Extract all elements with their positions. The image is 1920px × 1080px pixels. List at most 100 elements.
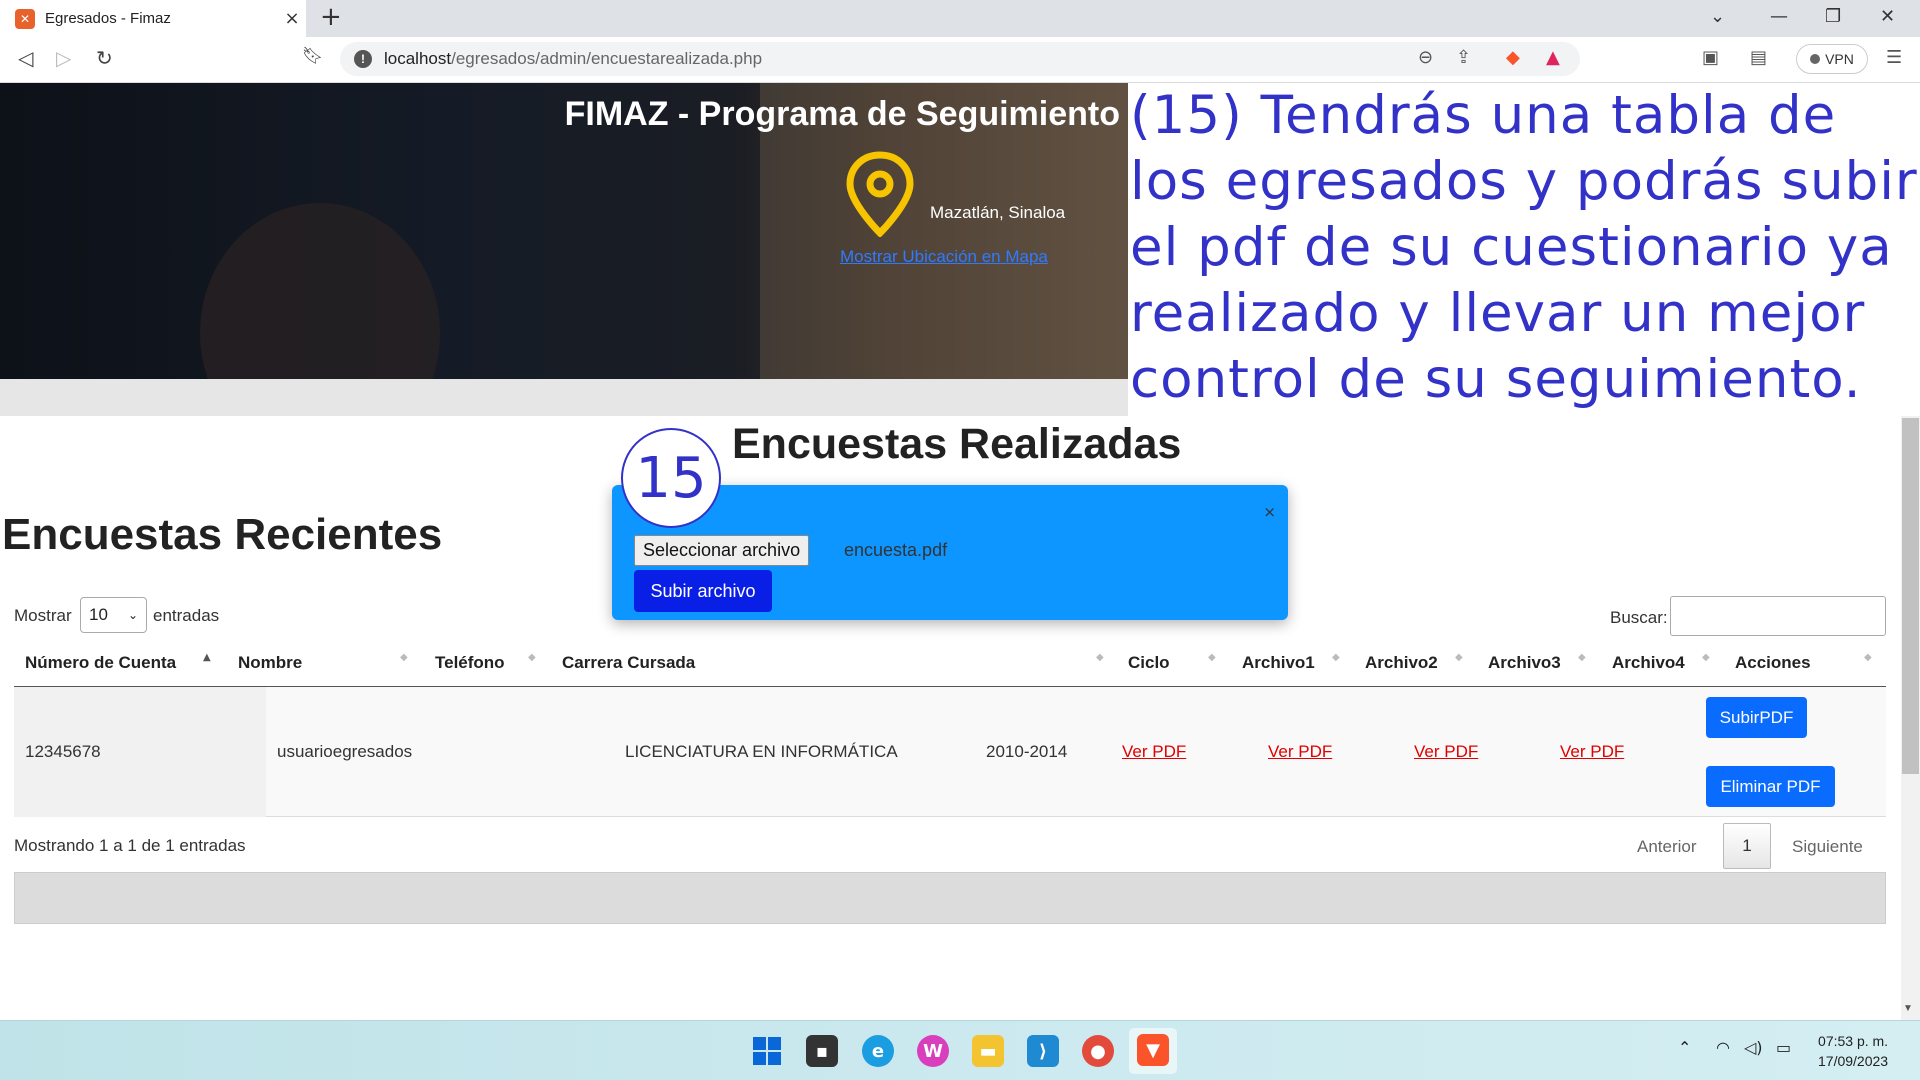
- sort-icon[interactable]: ◆: [1208, 653, 1216, 663]
- battery-icon[interactable]: ▭: [1776, 1038, 1791, 1057]
- vpn-button[interactable]: VPN: [1796, 44, 1868, 74]
- header-archivo1[interactable]: Archivo1: [1242, 653, 1315, 673]
- edge-icon[interactable]: e: [862, 1035, 894, 1067]
- sort-icon[interactable]: ◆: [1455, 653, 1463, 663]
- brave-rewards-icon[interactable]: ▲: [1546, 47, 1560, 68]
- site-favicon-icon: ✕: [15, 8, 35, 29]
- page-footer-bar: [14, 872, 1886, 924]
- upload-pdf-button[interactable]: SubirPDF: [1706, 697, 1807, 738]
- sort-icon[interactable]: ◆: [528, 653, 536, 663]
- entries-select[interactable]: 10 ⌄: [80, 597, 147, 633]
- volume-icon[interactable]: ◁): [1744, 1038, 1763, 1057]
- vscode-icon[interactable]: ⟩: [1027, 1035, 1059, 1067]
- sort-icon[interactable]: ◆: [1096, 653, 1104, 663]
- taskbar: ▪ e W ▬ ⟩ ● ⌃ ◠ ◁) ▭: [0, 1020, 1920, 1080]
- bookmark-icon[interactable]: 🔖︎: [302, 46, 324, 66]
- task-view-icon[interactable]: ▪: [806, 1035, 838, 1067]
- sort-icon[interactable]: ◆: [1578, 653, 1586, 663]
- archivo3-link[interactable]: Ver PDF: [1414, 742, 1478, 762]
- minimize-icon[interactable]: —: [1770, 6, 1788, 27]
- archivo4-link[interactable]: Ver PDF: [1560, 742, 1624, 762]
- map-link[interactable]: Mostrar Ubicación en Mapa: [840, 247, 1048, 267]
- entries-select-value: 10: [89, 605, 108, 624]
- url-text: localhost/egresados/admin/encuestarealiz…: [384, 49, 763, 68]
- sort-icon[interactable]: ◆: [1702, 653, 1710, 663]
- pagination-next[interactable]: Siguiente: [1792, 837, 1863, 857]
- scroll-down-icon[interactable]: ▼: [1903, 1003, 1913, 1014]
- upload-modal: × Seleccionar archivo encuesta.pdf Subir…: [612, 485, 1288, 620]
- hero-banner: FIMAZ - Programa de Seguimiento Mazatlán…: [0, 83, 1128, 379]
- windows-start-icon[interactable]: [751, 1035, 783, 1067]
- delete-pdf-button[interactable]: Eliminar PDF: [1706, 766, 1835, 807]
- header-acciones[interactable]: Acciones: [1735, 653, 1811, 673]
- table-info: Mostrando 1 a 1 de 1 entradas: [14, 836, 246, 855]
- search-label: Buscar:: [1610, 608, 1668, 627]
- pagination-page[interactable]: 1: [1723, 823, 1771, 869]
- section-title: Encuestas Recientes: [2, 510, 443, 559]
- reload-icon[interactable]: ↻: [96, 46, 113, 70]
- browser-tab[interactable]: ✕ Egresados - Fimaz ×: [0, 0, 306, 37]
- cell-cuenta: 12345678: [25, 742, 101, 761]
- hero-location: Mazatlán, Sinaloa: [930, 203, 1066, 222]
- cell-nombre: usuarioegresados: [277, 742, 413, 761]
- tray-chevron-up-icon[interactable]: ⌃: [1678, 1038, 1691, 1057]
- clock-date: 17/09/2023: [1818, 1053, 1889, 1069]
- sort-icon[interactable]: ◆: [400, 653, 408, 663]
- step-badge: 15: [621, 428, 721, 528]
- upload-file-button[interactable]: Subir archivo: [634, 570, 772, 612]
- header-archivo2[interactable]: Archivo2: [1365, 653, 1438, 673]
- forward-icon[interactable]: ▷: [56, 46, 71, 70]
- vpn-label: VPN: [1825, 51, 1854, 67]
- clock-time: 07:53 p. m.: [1818, 1033, 1889, 1049]
- address-bar[interactable]: ! localhost/egresados/admin/encuestareal…: [340, 42, 1580, 76]
- site-info-icon[interactable]: !: [354, 50, 372, 68]
- menu-icon[interactable]: ☰: [1886, 47, 1902, 68]
- tab-title: Egresados - Fimaz: [45, 10, 171, 27]
- brave-browser-icon[interactable]: ▼: [1137, 1034, 1169, 1066]
- modal-close-icon[interactable]: ×: [1263, 503, 1276, 521]
- file-select-button[interactable]: Seleccionar archivo: [634, 535, 810, 566]
- new-tab-icon[interactable]: +: [320, 2, 342, 32]
- wifi-icon[interactable]: ◠: [1716, 1038, 1730, 1057]
- brave-shields-icon[interactable]: ◆: [1506, 47, 1520, 68]
- sidebar-icon[interactable]: ▣: [1702, 47, 1719, 68]
- tutorial-annotation: (15) Tendrás una tabla de los egresados …: [1128, 83, 1920, 416]
- sort-icon[interactable]: ◆: [1864, 653, 1872, 663]
- pagination-previous[interactable]: Anterior: [1637, 837, 1697, 857]
- share-icon[interactable]: ⇪: [1456, 47, 1471, 68]
- scrollbar-thumb[interactable]: [1902, 418, 1919, 774]
- selected-file-name: encuesta.pdf: [844, 540, 948, 560]
- vpn-status-icon: [1810, 54, 1821, 64]
- header-ciclo[interactable]: Ciclo: [1128, 653, 1170, 673]
- table-row: 12345678 usuarioegresados LICENCIATURA E…: [14, 687, 1886, 817]
- header-nombre[interactable]: Nombre: [238, 653, 302, 673]
- zoom-icon[interactable]: ⊖: [1418, 47, 1433, 68]
- chevron-down-icon: ⌄: [127, 608, 138, 622]
- tab-search-chevron-icon[interactable]: ⌄: [1710, 6, 1725, 27]
- archivo1-link[interactable]: Ver PDF: [1122, 742, 1186, 762]
- restore-icon[interactable]: ❐: [1825, 6, 1841, 27]
- show-entries-label: Mostrar: [14, 606, 72, 625]
- chrome-icon[interactable]: ●: [1082, 1035, 1114, 1067]
- wps-office-icon[interactable]: W: [917, 1035, 949, 1067]
- header-archivo3[interactable]: Archivo3: [1488, 653, 1561, 673]
- close-window-icon[interactable]: ✕: [1880, 6, 1895, 27]
- browser-tabstrip: ✕ Egresados - Fimaz × + ⌄ — ❐ ✕: [0, 0, 1920, 37]
- system-clock[interactable]: 07:53 p. m. 17/09/2023: [1818, 1031, 1888, 1071]
- hero-title: FIMAZ - Programa de Seguimiento: [564, 95, 1120, 133]
- sort-asc-icon[interactable]: ▲: [203, 653, 211, 663]
- tab-close-icon[interactable]: ×: [278, 8, 306, 29]
- back-icon[interactable]: ◁: [18, 46, 33, 70]
- file-explorer-icon[interactable]: ▬: [972, 1035, 1004, 1067]
- header-archivo4[interactable]: Archivo4: [1612, 653, 1685, 673]
- cell-ciclo: 2010-2014: [986, 742, 1068, 761]
- wallet-icon[interactable]: ▤: [1750, 47, 1767, 68]
- header-carrera[interactable]: Carrera Cursada: [562, 653, 695, 673]
- archivo2-link[interactable]: Ver PDF: [1268, 742, 1332, 762]
- sort-icon[interactable]: ◆: [1332, 653, 1340, 663]
- page-title: Encuestas Realizadas: [732, 420, 1182, 468]
- header-cuenta[interactable]: Número de Cuenta: [25, 653, 176, 673]
- header-telefono[interactable]: Teléfono: [435, 653, 505, 673]
- search-input[interactable]: [1670, 596, 1886, 636]
- hero-background-figure: [200, 203, 440, 379]
